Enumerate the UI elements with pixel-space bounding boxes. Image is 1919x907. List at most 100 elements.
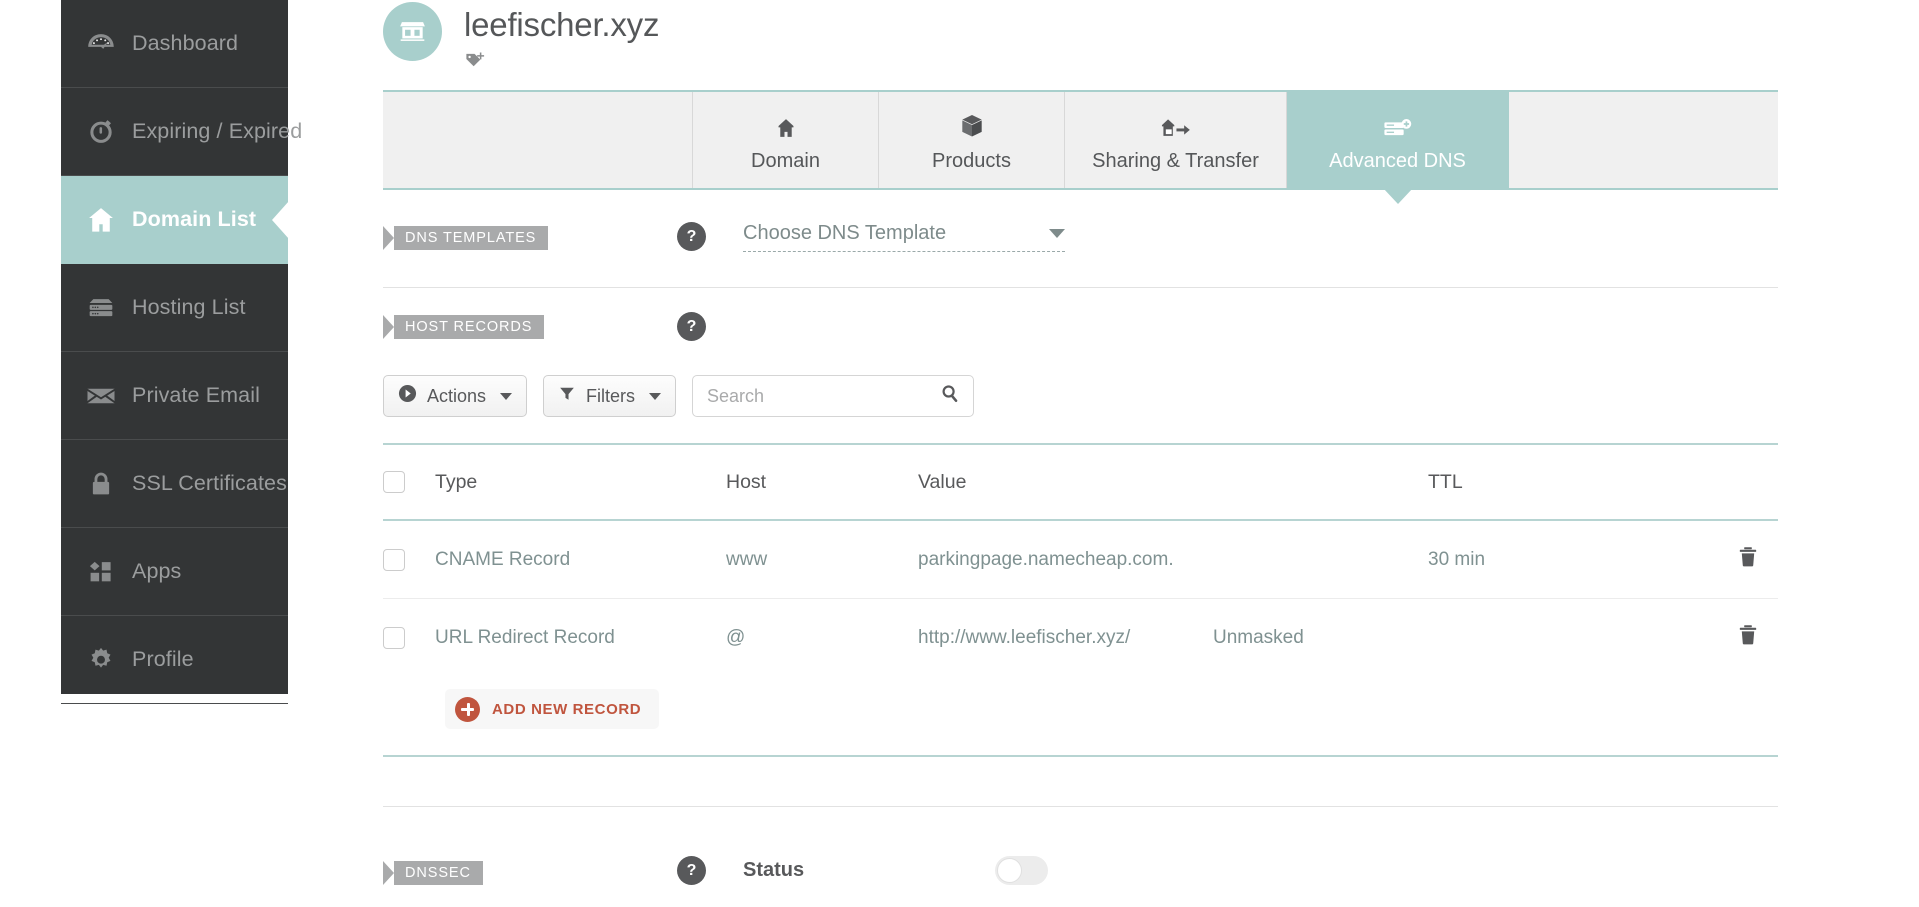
sidebar-item-ssl-certificates[interactable]: SSL Certificates [61, 440, 288, 528]
domain-header: leefischer.xyz [383, 2, 659, 74]
column-header-ttl: TTL [1428, 470, 1463, 493]
help-icon[interactable]: ? [677, 222, 706, 251]
avatar [383, 2, 442, 61]
box-icon [958, 108, 986, 142]
search-input[interactable] [693, 376, 974, 416]
active-tab-pointer [1382, 188, 1413, 204]
tab-label: Advanced DNS [1329, 149, 1466, 172]
section-divider [383, 806, 1778, 807]
tab-products[interactable]: Products [879, 92, 1065, 188]
domain-tab-bar: Domain Products Sharing & Transfer Advan… [383, 90, 1778, 204]
cell-host: www [726, 548, 768, 570]
help-icon[interactable]: ? [677, 312, 706, 341]
sidebar-item-label: Expiring / Expired [132, 119, 303, 143]
stopwatch-icon [80, 111, 122, 153]
chevron-down-icon [1049, 229, 1065, 238]
actions-button[interactable]: Actions [383, 375, 528, 417]
sidebar-item-dashboard[interactable]: Dashboard [61, 0, 288, 88]
tab-label: Domain [751, 149, 820, 172]
sidebar-item-label: Hosting List [132, 295, 246, 319]
dns-templates-section: DNS TEMPLATES ? Choose DNS Template [383, 222, 1778, 256]
dns-templates-ribbon: DNS TEMPLATES [383, 226, 549, 250]
cell-type: CNAME Record [435, 548, 571, 570]
funnel-icon [558, 385, 576, 408]
sidebar-item-apps[interactable]: Apps [61, 528, 288, 616]
apps-icon [80, 551, 122, 593]
host-records-section: HOST RECORDS ? [383, 312, 1778, 344]
sidebar-item-hosting-list[interactable]: Hosting List [61, 264, 288, 352]
tag-plus-icon[interactable] [464, 51, 486, 74]
search-icon[interactable] [940, 384, 960, 409]
envelope-icon [80, 375, 122, 417]
sidebar-item-private-email[interactable]: Private Email [61, 352, 288, 440]
row-select-cell [383, 548, 435, 571]
table-row[interactable]: URL Redirect Record @ http://www.leefisc… [383, 599, 1778, 677]
sidebar-item-label: Domain List [132, 207, 257, 231]
page-title: leefischer.xyz [464, 6, 660, 43]
transfer-icon [1159, 108, 1193, 142]
tab-advanced-dns[interactable]: Advanced DNS [1287, 92, 1509, 204]
table-row[interactable]: CNAME Record www parkingpage.namecheap.c… [383, 521, 1778, 599]
cell-value: http://www.leefischer.xyz/ [918, 627, 1131, 648]
cell-value: parkingpage.namecheap.com. [918, 548, 1174, 570]
gear-icon [80, 639, 122, 681]
chevron-down-icon [649, 392, 662, 400]
dnssec-status-label: Status [743, 859, 805, 881]
sidebar-item-profile[interactable]: Profile [61, 616, 288, 704]
tab-blank [383, 92, 693, 188]
row-checkbox[interactable] [383, 627, 405, 649]
dns-template-select[interactable]: Choose DNS Template [743, 222, 1065, 252]
toggle-knob [997, 858, 1022, 883]
dnssec-ribbon: DNSSEC [383, 861, 483, 885]
search-box[interactable] [692, 375, 975, 417]
chevron-down-icon [500, 392, 513, 400]
cell-ttl: 30 min [1428, 548, 1486, 570]
help-icon[interactable]: ? [677, 856, 706, 885]
active-indicator-arrow [272, 200, 289, 239]
host-records-ribbon: HOST RECORDS [383, 315, 545, 339]
house-icon [80, 199, 122, 241]
filters-button[interactable]: Filters [543, 375, 677, 417]
delete-row-button[interactable] [1718, 545, 1778, 575]
host-records-table: Type Host Value TTL CNAME Record www par… [383, 443, 1778, 677]
column-header-type: Type [435, 470, 478, 493]
lock-icon [80, 463, 122, 505]
tab-label: Products [932, 149, 1011, 172]
storefront-icon [396, 13, 429, 51]
sidebar-item-label: Private Email [132, 383, 260, 407]
delete-row-button[interactable] [1718, 623, 1778, 653]
dns-template-select-value: Choose DNS Template [743, 222, 947, 244]
sidebar-item-label: Dashboard [132, 31, 239, 55]
sidebar-item-domain-list[interactable]: Domain List [61, 176, 289, 264]
cell-extra: Unmasked [1213, 627, 1304, 648]
section-divider [383, 287, 1778, 288]
sidebar-item-expiring-expired[interactable]: Expiring / Expired [61, 88, 302, 176]
trash-icon [1737, 623, 1759, 653]
tab-domain[interactable]: Domain [693, 92, 879, 188]
add-new-record-label: ADD NEW RECORD [492, 700, 642, 718]
sidebar: Dashboard Expiring / Expired Domain List… [61, 0, 302, 704]
column-header-host: Host [726, 470, 767, 493]
cell-type: URL Redirect Record [435, 627, 615, 648]
house-icon [772, 108, 800, 142]
sidebar-item-label: SSL Certificates [132, 471, 287, 495]
server-icon [80, 287, 122, 329]
column-header-value: Value [918, 470, 967, 493]
trash-icon [1737, 545, 1759, 575]
row-checkbox[interactable] [383, 548, 405, 571]
row-select-cell [383, 627, 435, 649]
actions-label: Actions [427, 385, 487, 406]
select-all-checkbox[interactable] [383, 471, 405, 493]
dns-server-icon [1381, 108, 1415, 142]
play-circle-icon [398, 384, 417, 408]
add-new-record-button[interactable]: ADD NEW RECORD [445, 689, 660, 729]
tab-sharing-transfer[interactable]: Sharing & Transfer [1065, 92, 1287, 188]
sidebar-item-label: Apps [132, 559, 182, 583]
app-root: Dashboard Expiring / Expired Domain List… [0, 0, 1919, 907]
filters-label: Filters [586, 385, 636, 406]
domain-title-wrap: leefischer.xyz [464, 2, 659, 74]
dnssec-status-toggle[interactable] [995, 856, 1048, 885]
tab-label: Sharing & Transfer [1092, 149, 1259, 172]
host-records-toolbar: Actions Filters [383, 375, 975, 417]
tab-filler [1509, 92, 1778, 188]
